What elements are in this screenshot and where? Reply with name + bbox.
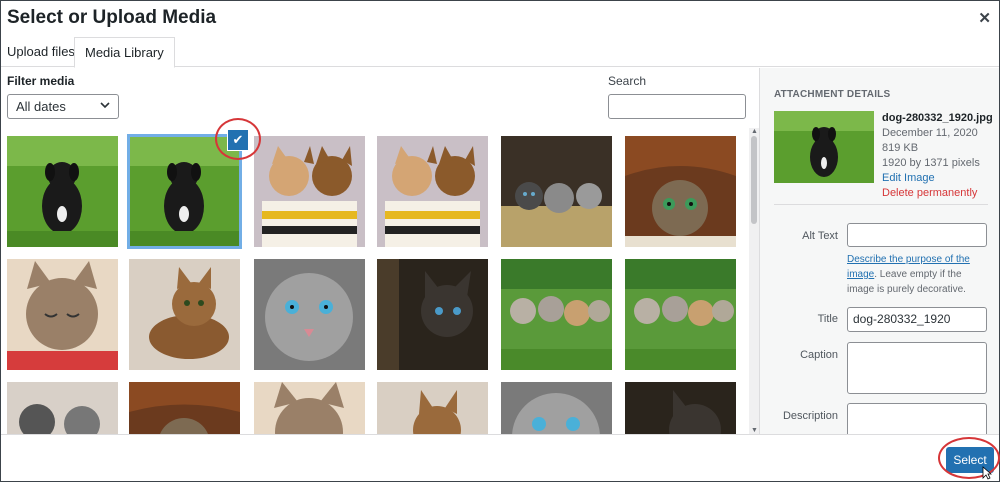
attachment-dimensions: 1920 by 1371 pixels <box>882 157 980 169</box>
media-item[interactable] <box>129 382 240 434</box>
media-item[interactable] <box>625 259 736 370</box>
media-item[interactable] <box>501 136 612 247</box>
media-item[interactable] <box>377 136 488 247</box>
attachment-size: 819 KB <box>882 142 919 154</box>
media-item[interactable] <box>254 259 365 370</box>
media-item[interactable] <box>7 382 118 434</box>
alt-text-help: Describe the purpose of the image. Leave… <box>847 254 970 295</box>
description-label: Description <box>782 410 838 422</box>
attachment-details-panel: ATTACHMENT DETAILS dog-280332_1920.jpg D… <box>759 68 999 434</box>
attachment-filename: dog-280332_1920.jpg <box>882 112 993 124</box>
media-item[interactable] <box>7 136 118 247</box>
divider <box>774 204 988 205</box>
caption-field[interactable] <box>847 342 987 394</box>
chevron-down-icon <box>100 102 110 109</box>
tab-bar: Upload files Media Library <box>1 37 999 68</box>
modal-footer <box>1 434 999 481</box>
description-field[interactable] <box>847 403 987 434</box>
media-grid <box>1 128 758 434</box>
media-item[interactable] <box>254 382 365 434</box>
alt-text-field[interactable] <box>847 223 987 247</box>
media-item-selected[interactable] <box>127 134 242 249</box>
title-field[interactable]: dog-280332_1920 <box>847 307 987 332</box>
media-item[interactable] <box>129 259 240 370</box>
date-filter-select[interactable]: All dates <box>7 94 119 119</box>
selected-check-icon[interactable]: ✔ <box>227 129 249 151</box>
scrollbar-thumb[interactable] <box>751 136 757 224</box>
filter-media-label: Filter media <box>7 74 75 88</box>
mouse-cursor-icon <box>982 466 992 480</box>
tab-upload-files[interactable]: Upload files <box>1 37 85 67</box>
media-item[interactable] <box>377 259 488 370</box>
title-label: Title <box>817 313 838 325</box>
attachment-details-heading: ATTACHMENT DETAILS <box>774 89 891 100</box>
scroll-up-icon[interactable]: ▲ <box>751 128 758 135</box>
media-item[interactable] <box>501 382 612 434</box>
edit-image-link[interactable]: Edit Image <box>882 171 993 186</box>
caption-label: Caption <box>800 349 838 361</box>
media-item[interactable] <box>7 259 118 370</box>
attachment-info: dog-280332_1920.jpg December 11, 2020 81… <box>882 111 993 201</box>
alt-text-label: Alt Text <box>802 230 838 242</box>
delete-permanently-link[interactable]: Delete permanently <box>882 186 993 201</box>
media-item[interactable] <box>625 382 736 434</box>
media-item[interactable] <box>625 136 736 247</box>
attachment-thumbnail <box>774 111 874 183</box>
attachment-date: December 11, 2020 <box>882 127 978 139</box>
scroll-down-icon[interactable]: ▼ <box>751 427 758 434</box>
search-input[interactable] <box>608 94 746 119</box>
media-item[interactable] <box>501 259 612 370</box>
media-grid-scrollbar[interactable]: ▲ ▼ <box>749 128 759 434</box>
close-icon[interactable]: ✕ <box>978 9 991 27</box>
tab-media-library[interactable]: Media Library <box>74 37 175 68</box>
search-label: Search <box>608 74 647 88</box>
media-item[interactable] <box>377 382 488 434</box>
media-modal: Select or Upload Media ✕ Upload files Me… <box>0 0 1000 482</box>
date-filter-value: All dates <box>16 99 66 114</box>
modal-title: Select or Upload Media <box>7 7 217 28</box>
media-item[interactable] <box>254 136 365 247</box>
